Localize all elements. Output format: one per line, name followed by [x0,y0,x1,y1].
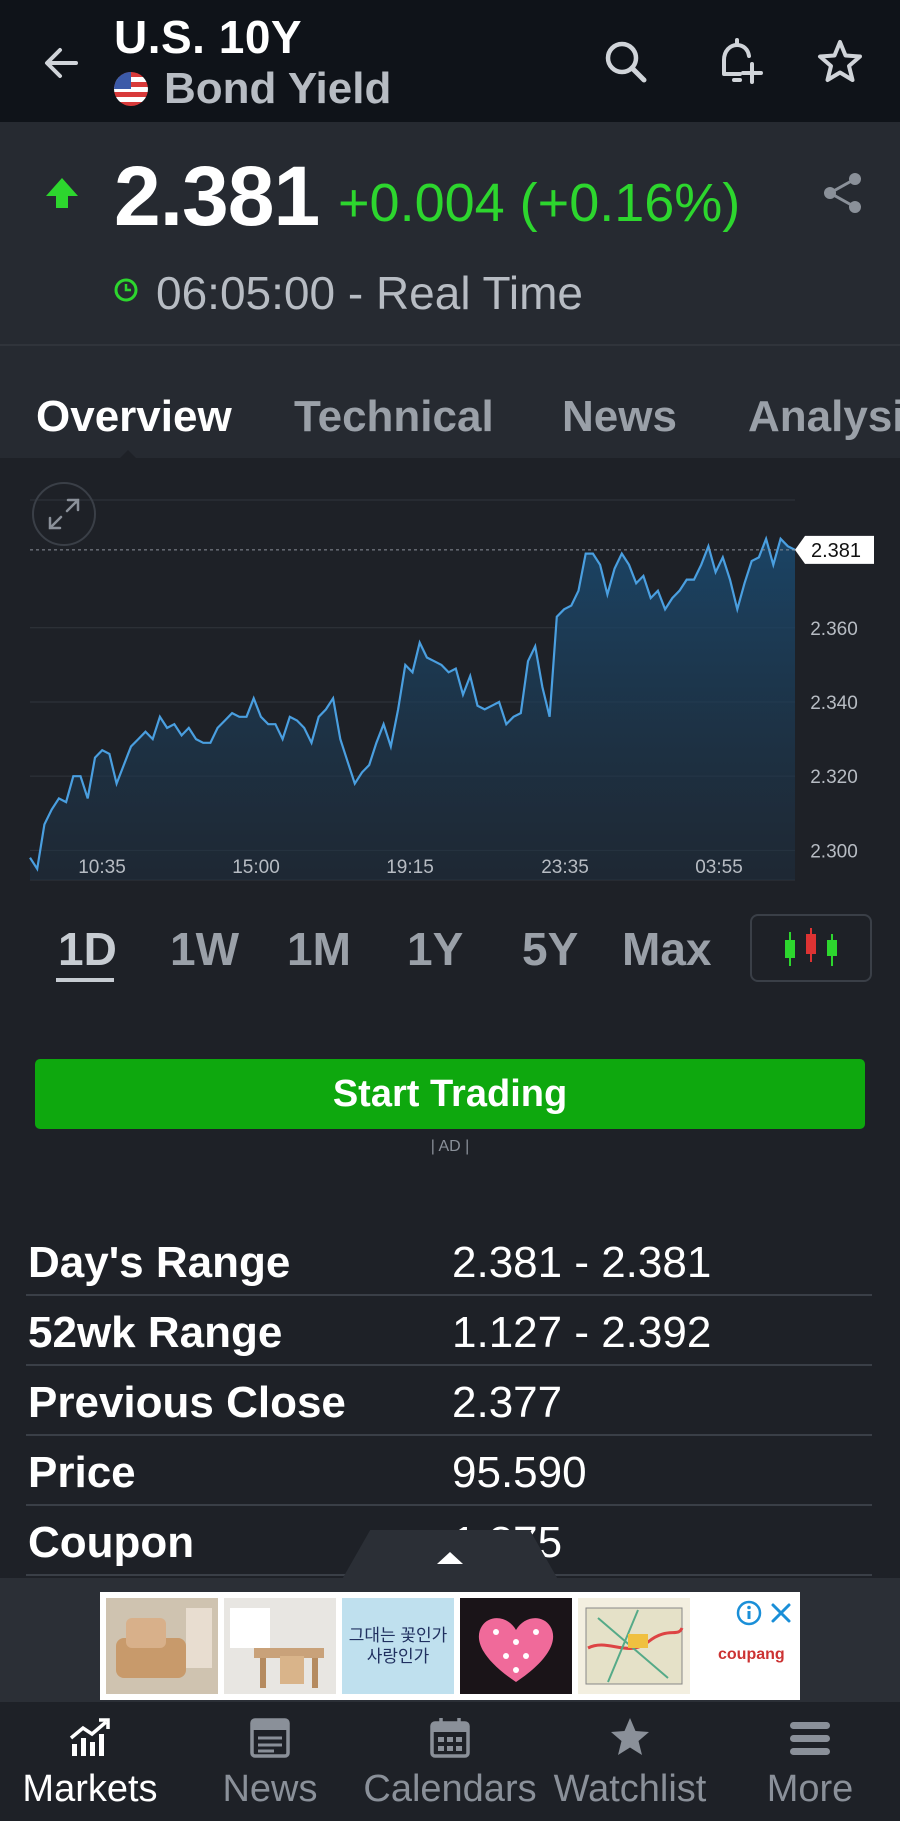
nav-label-news: News [222,1768,318,1810]
table-row: Day's Range 2.381 - 2.381 [26,1226,872,1296]
bottom-navigation: Markets News Calendars Watchlist More [0,1702,900,1821]
stat-value: 2.377 [452,1378,563,1427]
tab-technical[interactable]: Technical [294,392,494,442]
y-tick-label: 2.340 [810,693,858,714]
nav-label-more: More [766,1768,854,1810]
back-arrow-icon[interactable] [36,38,86,88]
tab-news[interactable]: News [562,392,677,442]
y-tick-label: 2.360 [810,619,858,640]
x-tick-label: 03:55 [695,857,743,878]
start-trading-button[interactable]: Start Trading [35,1059,865,1129]
stat-label: Price [28,1448,136,1497]
page-subtitle: Bond Yield [114,64,391,114]
share-icon[interactable] [818,168,868,218]
markets-chart-icon [69,1718,110,1756]
range-1w-button[interactable]: 1W [170,922,239,976]
tab-overview[interactable]: Overview [36,392,232,442]
x-tick-label: 19:15 [386,857,434,878]
candlestick-icon [785,928,837,966]
subtitle-text: Bond Yield [164,64,392,113]
y-tick-label: 2.300 [810,841,858,862]
x-tick-label: 15:00 [232,857,280,878]
stat-label: Day's Range [28,1238,291,1287]
expand-icon [48,498,80,530]
ad-image-table[interactable] [224,1598,336,1694]
x-tick-label: 23:35 [541,857,589,878]
nav-item-news[interactable]: News [180,1702,360,1821]
add-alert-icon[interactable] [710,34,766,90]
nav-label-markets: Markets [22,1768,158,1810]
star-icon[interactable] [812,34,868,90]
nav-item-markets[interactable]: Markets [0,1702,180,1821]
nav-label-calendars: Calendars [363,1768,537,1810]
range-1d-button[interactable]: 1D [58,922,117,976]
price-chart[interactable]: 2.360 2.340 2.320 2.300 2.381 10:35 15:00 19:15… [0,458,900,898]
expand-chart-button[interactable] [32,482,96,546]
watchlist-star-icon [611,1718,649,1755]
current-value-label: 2.381 [811,540,861,562]
stat-value: 1.127 - 2.392 [452,1308,712,1357]
app-bar: U.S. 10Y Bond Yield [0,0,900,122]
ad-image-heart-lamp[interactable] [460,1598,572,1694]
range-1m-button[interactable]: 1M [287,922,351,976]
last-price: 2.381 [114,149,320,243]
nav-item-watchlist[interactable]: Watchlist [540,1702,720,1821]
range-5y-button[interactable]: 5Y [522,922,578,976]
active-range-underline [56,978,114,982]
key-stats-table: Day's Range 2.381 - 2.381 52wk Range 1.1… [26,1226,872,1576]
stat-label: Previous Close [28,1378,346,1427]
table-row: Price 95.590 [26,1436,872,1506]
nav-item-more[interactable]: More [720,1702,900,1821]
menu-icon [790,1722,830,1755]
y-tick-label: 2.320 [810,767,858,788]
search-icon[interactable] [598,34,654,90]
active-tab-pointer [118,450,138,458]
ad-banner[interactable]: 그대는 꽃인가 사랑인가 coupang [100,1592,800,1700]
price-change: +0.004 (+0.16%) [338,173,741,233]
table-row: Previous Close 2.377 [26,1366,872,1436]
up-arrow-icon [46,178,78,208]
nav-item-calendars[interactable]: Calendars [360,1702,540,1821]
us-flag-icon [114,72,148,106]
stat-value: 2.381 - 2.381 [452,1238,712,1287]
ad-close-icon[interactable] [768,1600,794,1626]
ad-image-recliner[interactable] [106,1598,218,1694]
stat-value: 95.590 [452,1448,587,1497]
tab-analysis[interactable]: Analysis [748,392,900,442]
range-max-button[interactable]: Max [622,922,711,976]
page-title: U.S. 10Y [114,11,303,63]
stat-label: 52wk Range [28,1308,283,1357]
quote-panel: 2.381 +0.004 (+0.16%) 06:05:00 - Real Ti… [0,122,900,346]
quote-time: 06:05:00 - Real Time [156,267,584,319]
nav-label-watchlist: Watchlist [553,1768,707,1810]
ad-image-map[interactable] [578,1598,690,1694]
chevron-up-icon[interactable] [437,1552,463,1564]
calendar-icon [430,1718,470,1758]
clock-icon [114,278,138,302]
x-tick-label: 10:35 [78,857,126,878]
news-icon [250,1718,290,1758]
ad-info-icon[interactable] [736,1600,762,1626]
stat-label: Coupon [28,1518,195,1567]
ad-label: | AD | [430,1138,470,1155]
ad-image-calligraphy[interactable]: 그대는 꽃인가 사랑인가 [342,1598,454,1694]
ad-brand-label[interactable]: coupang [718,1646,785,1664]
section-tabs: Overview Technical News Analysis [0,346,900,458]
range-1y-button[interactable]: 1Y [407,922,463,976]
candlestick-toggle-button[interactable] [750,914,872,982]
table-row: 52wk Range 1.127 - 2.392 [26,1296,872,1366]
